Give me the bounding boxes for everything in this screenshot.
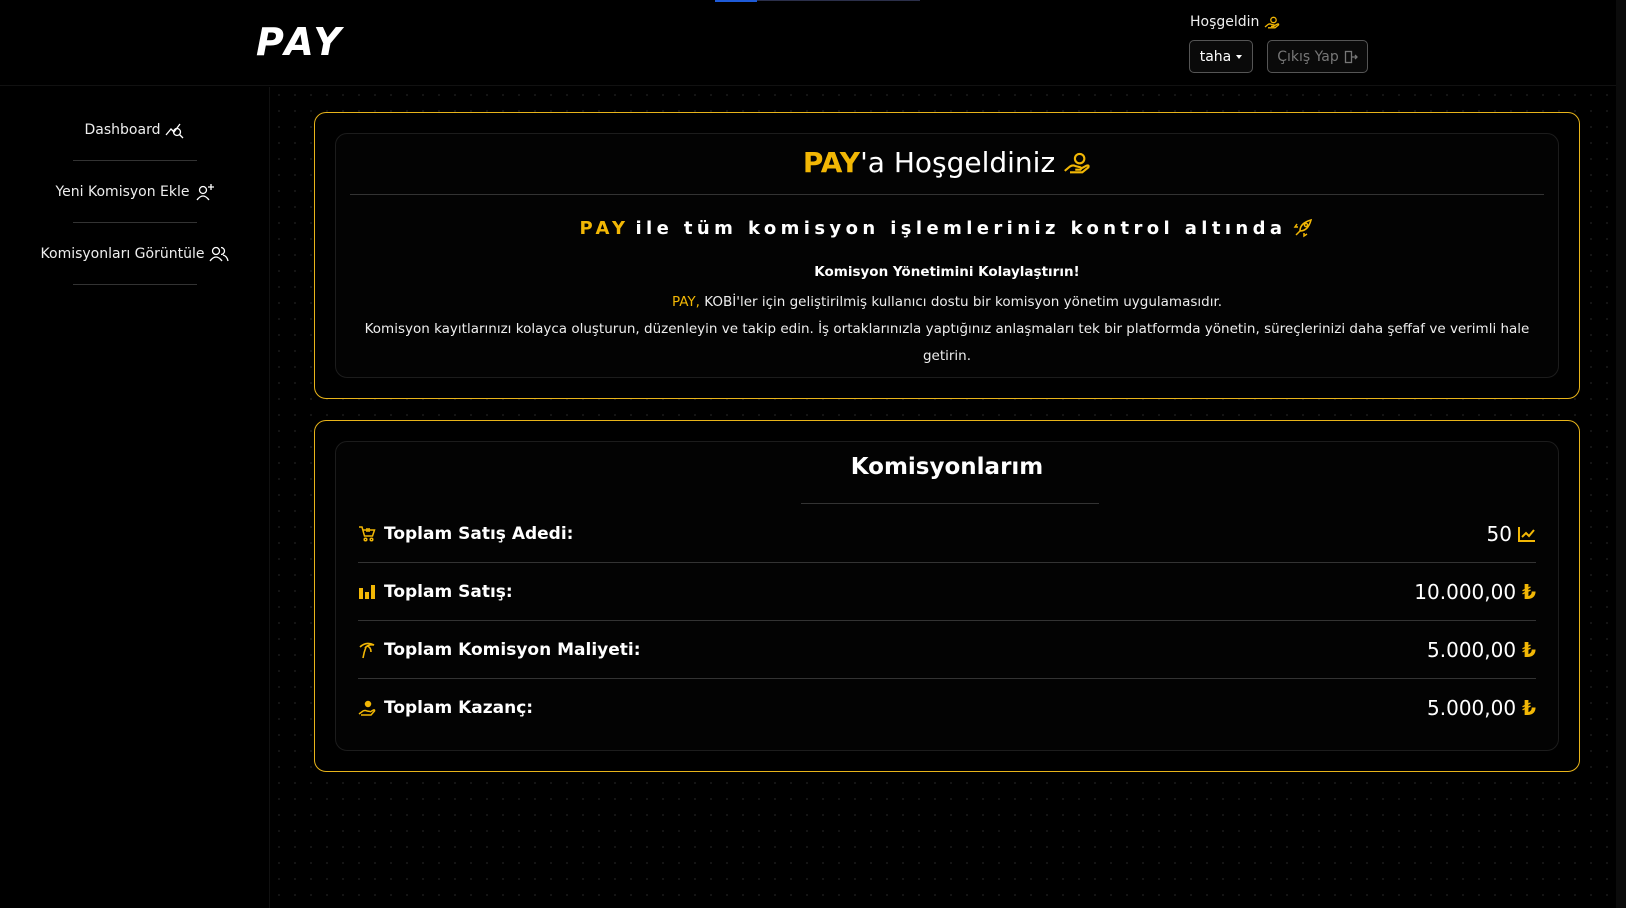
- hand-coins-icon: [358, 699, 376, 717]
- users-icon: [209, 245, 230, 263]
- hero-description-line2: Komisyon kayıtlarınızı kolayca oluşturun…: [364, 321, 1530, 364]
- sidebar-item-new-commission[interactable]: Yeni Komisyon Ekle: [55, 161, 214, 223]
- stat-row-total-sales: Toplam Satış: 10.000,00 ₺: [358, 563, 1536, 621]
- hero-description-line1: PAY, KOBİ'ler için geliştirilmiş kullanı…: [356, 289, 1538, 316]
- cart-icon: [358, 525, 376, 542]
- tagline: PAY ile tüm komisyon işlemleriniz kontro…: [336, 217, 1558, 239]
- stat-row-sales-count: Toplam Satış Adedi: 50: [358, 505, 1536, 563]
- app-logo[interactable]: PAY: [256, 20, 345, 64]
- stat-label: Toplam Satış:: [384, 581, 513, 602]
- hand-coins-icon: [1063, 151, 1091, 175]
- welcome-card: PAY'a Hoşgeldiniz PAY ile tüm komisyon i…: [314, 112, 1580, 399]
- sidebar-item-dashboard[interactable]: Dashboard: [73, 99, 197, 161]
- logout-icon: [1344, 50, 1358, 64]
- divider: [350, 194, 1544, 195]
- commissions-card-inner: Komisyonlarım Toplam Satış Adedi: 50 Top…: [335, 441, 1559, 751]
- tagline-text: ile tüm komisyon işlemleriniz kontrol al…: [635, 217, 1287, 239]
- welcome-label: Hoşgeldin: [1190, 14, 1260, 30]
- stat-row-commission-cost: Toplam Komisyon Maliyeti: 5.000,00 ₺: [358, 621, 1536, 679]
- hand-coins-icon: [1264, 16, 1280, 29]
- desc-brand: PAY,: [671, 294, 700, 310]
- top-navbar: PAY Hoşgeldin taha Çıkış Yap: [0, 0, 1626, 86]
- stat-value: 10.000,00: [1414, 579, 1517, 604]
- sidebar: Dashboard Yeni Komisyon Ekle Komisyonlar…: [0, 87, 270, 908]
- commissions-card: Komisyonlarım Toplam Satış Adedi: 50 Top…: [314, 420, 1580, 772]
- chart-search-icon: [165, 121, 185, 139]
- stat-value: 50: [1486, 521, 1512, 546]
- section-title: Komisyonlarım: [850, 454, 1044, 480]
- divider: [801, 503, 1099, 504]
- sidebar-item-view-commissions[interactable]: Komisyonları Görüntüle: [41, 223, 230, 285]
- trend-up-icon: [1518, 526, 1536, 542]
- sidebar-item-label: Dashboard: [84, 121, 161, 138]
- stat-value: 5.000,00: [1427, 696, 1517, 720]
- title-text: 'a Hoşgeldiniz: [860, 146, 1056, 179]
- user-plus-icon: [195, 183, 215, 201]
- tagline-brand: PAY: [579, 217, 630, 239]
- welcome-card-inner: PAY'a Hoşgeldiniz PAY ile tüm komisyon i…: [335, 133, 1559, 378]
- sidebar-item-label: Yeni Komisyon Ekle: [55, 183, 190, 200]
- stat-label: Toplam Komisyon Maliyeti:: [384, 639, 641, 660]
- sidebar-item-label: Komisyonları Görüntüle: [40, 245, 205, 262]
- currency-symbol: ₺: [1522, 637, 1536, 662]
- desc-text-1: KOBİ'ler için geliştirilmiş kullanıcı do…: [699, 294, 1223, 310]
- user-dropdown[interactable]: taha: [1189, 40, 1253, 73]
- rocket-icon: [1292, 217, 1314, 239]
- page-title: PAY'a Hoşgeldiniz: [336, 146, 1558, 179]
- user-name: taha: [1199, 48, 1232, 65]
- chevron-down-icon: [1236, 54, 1243, 59]
- logout-label: Çıkış Yap: [1277, 48, 1339, 65]
- logout-button[interactable]: Çıkış Yap: [1267, 40, 1368, 73]
- currency-symbol: ₺: [1522, 579, 1536, 604]
- hero-description: PAY, KOBİ'ler için geliştirilmiş kullanı…: [356, 289, 1538, 370]
- stat-row-total-profit: Toplam Kazanç: 5.000,00 ₺: [358, 679, 1536, 737]
- stat-value: 5.000,00: [1427, 637, 1517, 662]
- palm-tree-icon: [358, 641, 376, 659]
- loading-bar: [715, 0, 920, 2]
- bar-chart-icon: [358, 584, 376, 599]
- stat-label: Toplam Satış Adedi:: [384, 523, 574, 544]
- stat-label: Toplam Kazanç:: [384, 698, 534, 718]
- hero-subtitle: Komisyon Yönetimini Kolaylaştırın!: [814, 264, 1080, 280]
- currency-symbol: ₺: [1522, 696, 1536, 720]
- page-scrollbar[interactable]: [1616, 0, 1626, 908]
- brand-name: PAY: [802, 146, 861, 179]
- welcome-text: Hoşgeldin: [1190, 14, 1280, 30]
